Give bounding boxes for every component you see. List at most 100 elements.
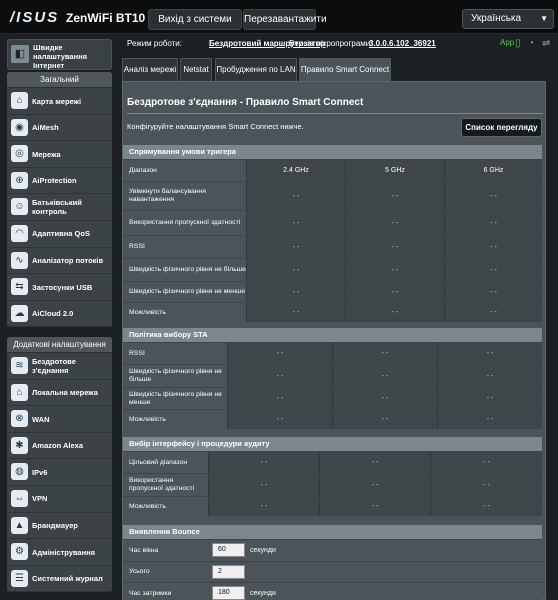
- firmware-version-link[interactable]: 3.0.0.6.102_36921: [369, 39, 436, 48]
- delay-time-unit: секунди: [250, 590, 276, 597]
- table-row: RSSI - - - - - -: [123, 235, 542, 258]
- alexa-icon: ✱: [11, 436, 28, 454]
- row-label: Використання пропускної здатності: [123, 474, 208, 496]
- row-label: Усього: [123, 562, 542, 582]
- general-section: Загальний ⌂ Карта мережі ◉ AiMesh ◎ Мере…: [7, 72, 112, 328]
- app-link[interactable]: App: [500, 38, 514, 47]
- ipv6-icon: ◍: [11, 463, 28, 481]
- sidebar-item-administration[interactable]: ⚙ Адміністрування: [7, 539, 112, 566]
- status-line: Режим роботи: Бездротовий маршрутизатор …: [122, 38, 558, 54]
- chevron-down-icon: ▼: [540, 14, 548, 23]
- table-cell: - -: [444, 303, 542, 322]
- usb-status-icon[interactable]: ⇌: [542, 38, 550, 49]
- sidebar-item-aiprotection[interactable]: ⊕ AiProtection: [7, 167, 112, 195]
- sidebar-item-ipv6[interactable]: ◍ IPv6: [7, 459, 112, 486]
- network-icon: ◎: [11, 145, 28, 163]
- table-cell: - -: [444, 282, 542, 302]
- table-cell: - -: [444, 182, 542, 210]
- tab-smart-connect-rule[interactable]: Правило Smart Connect: [299, 58, 391, 81]
- table-cell: - -: [444, 211, 542, 235]
- usb-icon: ⇆: [11, 278, 28, 296]
- table-cell: - -: [430, 474, 542, 496]
- sidebar-item-label: Брандмауер: [32, 521, 78, 531]
- wifi-status-icon[interactable]: ◔: [528, 38, 534, 49]
- table-cell: - -: [208, 474, 319, 496]
- sidebar-item-label: Мережа: [32, 149, 61, 159]
- table-row: Увімкнути балансування навантаження - - …: [123, 181, 542, 210]
- reboot-button[interactable]: Перезавантажити: [243, 9, 327, 30]
- lan-icon: ⌂: [11, 383, 28, 401]
- quick-setup-icon: ◧: [11, 45, 29, 63]
- tab-wake-on-lan[interactable]: Пробудження по LAN: [215, 58, 297, 81]
- aicloud-icon: ☁: [11, 304, 28, 322]
- quick-internet-setup-button[interactable]: ◧ Швидке налаштування Інтернет: [7, 39, 112, 70]
- table-row: Час вікна 60 секунди: [123, 539, 542, 561]
- tab-network-analysis[interactable]: Аналіз мережі: [122, 58, 178, 81]
- table-cell: - -: [437, 388, 542, 409]
- sidebar-item-label: AiCloud 2.0: [32, 309, 74, 319]
- top-bar: /ISUS ZenWiFi BT10 Вихід з системи Перез…: [0, 0, 558, 34]
- sidebar-item-qos[interactable]: ◠ Адаптивна QoS: [7, 220, 112, 248]
- table-cell: - -: [345, 303, 444, 322]
- sidebar-item-vpn[interactable]: ⇔ VPN: [7, 485, 112, 513]
- table-row: Усього 2: [123, 561, 542, 582]
- sidebar-item-system-log[interactable]: ☰ Системний журнал: [7, 565, 112, 593]
- traffic-analyzer-icon: ∿: [11, 251, 28, 269]
- window-time-unit: секунди: [250, 547, 276, 554]
- table-cell: - -: [246, 211, 345, 235]
- table-cell: - -: [227, 388, 332, 409]
- syslog-icon: ☰: [11, 569, 28, 587]
- sidebar-item-lan[interactable]: ⌂ Локальна мережа: [7, 379, 112, 407]
- sidebar-item-network-map[interactable]: ⌂ Карта мережі: [7, 88, 112, 115]
- table-cell: - -: [227, 343, 332, 364]
- sidebar-item-wan[interactable]: ⊗ WAN: [7, 406, 112, 433]
- network-map-icon: ⌂: [11, 92, 28, 109]
- sidebar: ◧ Швидке налаштування Інтернет Загальний…: [0, 34, 117, 600]
- aimesh-icon: ◉: [11, 118, 28, 136]
- table-cell: - -: [437, 365, 542, 387]
- total-count-input[interactable]: 2: [212, 565, 245, 579]
- sidebar-item-alexa[interactable]: ✱ Amazon Alexa: [7, 432, 112, 460]
- wan-icon: ⊗: [11, 410, 28, 428]
- sidebar-item-label: Локальна мережа: [32, 388, 98, 398]
- table-row: Можливість - - - - - -: [123, 302, 542, 322]
- language-select[interactable]: Українська ▼: [462, 9, 554, 29]
- model-name: ZenWiFi BT10: [66, 11, 146, 25]
- sidebar-item-firewall[interactable]: ▲ Брандмауер: [7, 512, 112, 540]
- tab-netstat[interactable]: Netstat: [180, 58, 212, 81]
- column-header: 6 GHz: [444, 160, 542, 181]
- table-cell: - -: [430, 497, 542, 516]
- sidebar-item-traffic-analyzer[interactable]: ∿ Аналізатор потоків: [7, 247, 112, 275]
- table-cell: - -: [319, 497, 430, 516]
- sidebar-item-label: WAN: [32, 414, 50, 424]
- delay-time-input[interactable]: 180: [212, 586, 245, 600]
- sidebar-item-aimesh[interactable]: ◉ AiMesh: [7, 114, 112, 142]
- view-list-button[interactable]: Список перегляду: [461, 118, 542, 137]
- table-cell: - -: [246, 282, 345, 302]
- app-icon[interactable]: ▯: [515, 38, 521, 49]
- window-time-input[interactable]: 60: [212, 543, 245, 557]
- sidebar-item-label: Аналізатор потоків: [32, 256, 104, 266]
- table-row: Швидкість фізичного рівня не більше - - …: [123, 258, 542, 281]
- sidebar-item-aicloud[interactable]: ☁ AiCloud 2.0: [7, 300, 112, 328]
- advanced-header: Додаткові налаштування: [7, 337, 112, 353]
- row-label: RSSI: [123, 236, 246, 258]
- sidebar-item-label: Адміністрування: [32, 547, 96, 557]
- language-value: Українська: [471, 13, 522, 24]
- sidebar-item-network[interactable]: ◎ Мережа: [7, 141, 112, 168]
- asus-logo: /ISUS: [10, 9, 60, 26]
- sidebar-item-parental-control[interactable]: ☺ Батьківський контроль: [7, 194, 112, 221]
- bounce-header: Виявлення Bounce: [123, 525, 542, 539]
- row-label: Цільовий діапазон: [123, 452, 208, 473]
- sidebar-item-wireless[interactable]: ≋ Бездротове з'єднання: [7, 353, 112, 380]
- table-cell: - -: [227, 410, 332, 429]
- row-label: Швидкість фізичного рівня не більше: [123, 365, 227, 387]
- table-row: Швидкість фізичного рівня не менше - - -…: [123, 387, 542, 409]
- logout-button[interactable]: Вихід з системи: [148, 9, 242, 30]
- table-cell: - -: [319, 474, 430, 496]
- sidebar-item-label: VPN: [32, 494, 48, 504]
- row-label: Можливість: [123, 497, 208, 516]
- table-cell: - -: [208, 452, 319, 473]
- table-cell: - -: [437, 343, 542, 364]
- sidebar-item-usb-apps[interactable]: ⇆ Застосунки USB: [7, 274, 112, 301]
